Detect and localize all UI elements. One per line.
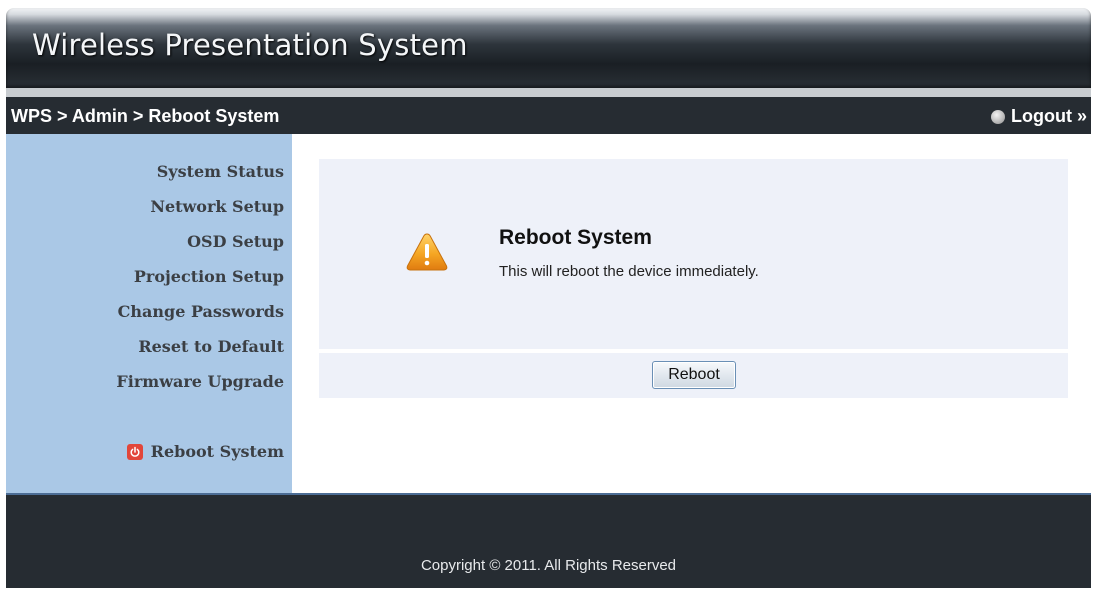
sidebar-item-system-status[interactable]: System Status (157, 162, 284, 181)
sidebar-item-network-setup[interactable]: Network Setup (150, 197, 284, 216)
panel-title: Reboot System (499, 226, 652, 249)
warning-icon (406, 233, 448, 271)
sidebar-item-osd-setup[interactable]: OSD Setup (187, 232, 284, 251)
main-content: Reboot System This will reboot the devic… (292, 134, 1091, 493)
reboot-info-panel: Reboot System This will reboot the devic… (319, 159, 1068, 349)
copyright-text: Copyright © 2011. All Rights Reserved (420, 557, 677, 574)
sidebar-item-reboot-system[interactable]: Reboot System (126, 442, 284, 461)
power-icon-glyph (130, 446, 140, 457)
footer: Copyright © 2011. All Rights Reserved (6, 493, 1091, 588)
reboot-button[interactable]: Reboot (652, 361, 736, 389)
sidebar: System Status Network Setup OSD Setup Pr… (6, 134, 292, 493)
logout-link[interactable]: Logout » (991, 106, 1087, 127)
sidebar-item-firmware-upgrade[interactable]: Firmware Upgrade (116, 372, 284, 391)
app-frame: Wireless Presentation System WPS > Admin… (6, 8, 1091, 588)
panel-message: This will reboot the device immediately. (499, 263, 759, 280)
sidebar-item-label: Reboot System (150, 442, 284, 461)
logout-label: Logout » (1011, 106, 1087, 126)
header-banner: Wireless Presentation System (6, 8, 1091, 88)
header-separator (6, 88, 1091, 97)
sidebar-item-projection-setup[interactable]: Projection Setup (134, 267, 284, 286)
breadcrumb: WPS > Admin > Reboot System (11, 106, 280, 126)
reboot-action-panel: Reboot (319, 353, 1068, 398)
sidebar-item-reset-to-default[interactable]: Reset to Default (138, 337, 284, 356)
nav-bar: WPS > Admin > Reboot System Logout » (6, 97, 1091, 134)
sidebar-item-change-passwords[interactable]: Change Passwords (118, 302, 284, 321)
power-icon (126, 443, 143, 460)
logout-icon (991, 109, 1006, 124)
app-title: Wireless Presentation System (32, 28, 468, 62)
